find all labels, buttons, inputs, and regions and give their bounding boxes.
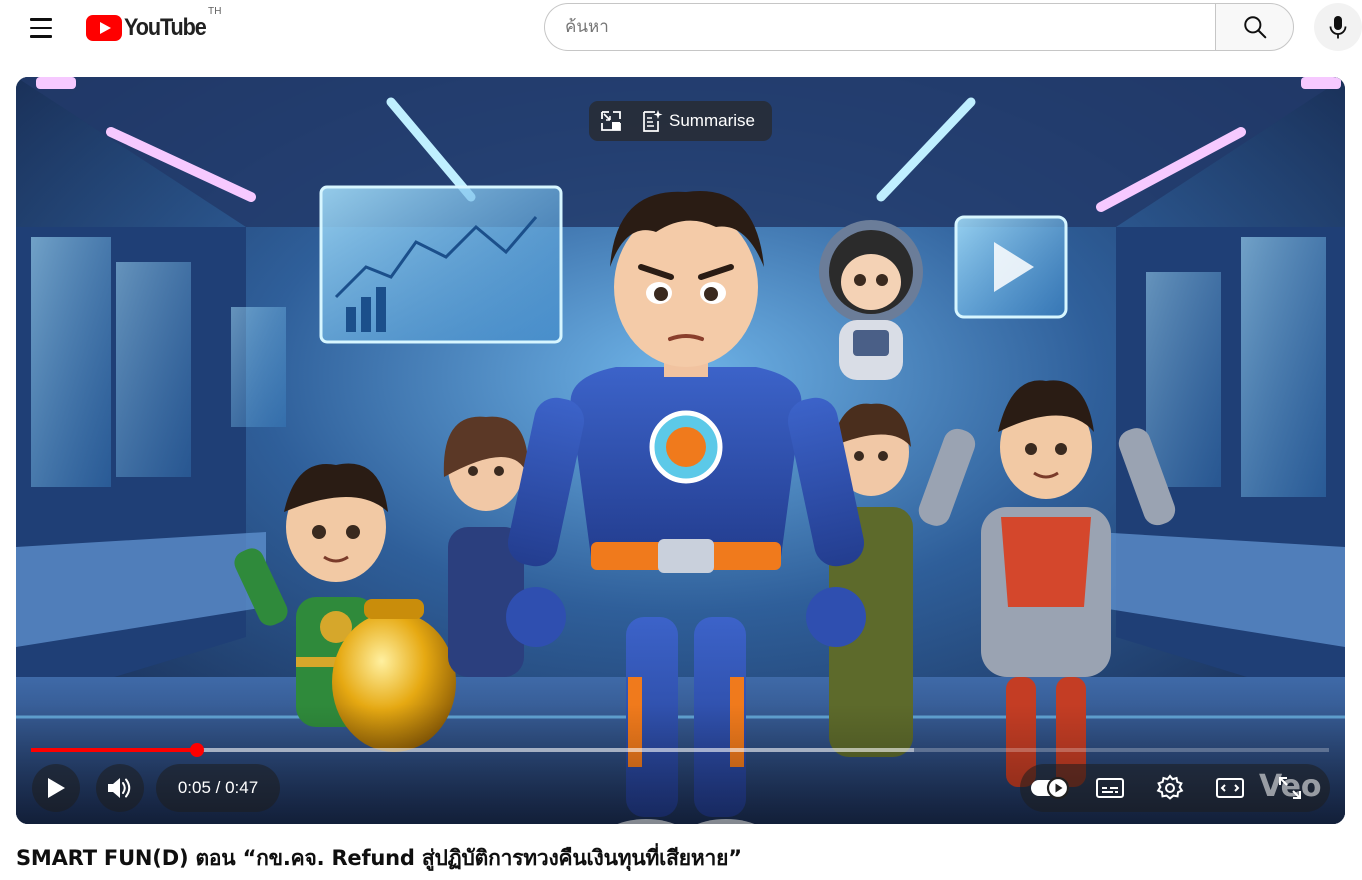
progress-played bbox=[31, 748, 198, 752]
volume-icon bbox=[108, 778, 131, 798]
video-title: SMART FUN(D) ตอน “กข.คจ. Refund สู่ปฏิบั… bbox=[16, 846, 742, 870]
search-button[interactable] bbox=[1215, 3, 1294, 51]
hamburger-icon[interactable] bbox=[22, 12, 62, 44]
video-player[interactable]: Summarise 0:05 / 0:47 Veo bbox=[16, 77, 1345, 824]
logo-wordmark: YouTube bbox=[124, 14, 207, 41]
autoplay-toggle-icon bbox=[1031, 776, 1070, 800]
voice-search-button[interactable] bbox=[1314, 3, 1362, 51]
theater-mode-icon bbox=[1216, 778, 1244, 798]
search-input[interactable] bbox=[544, 3, 1215, 51]
time-display: 0:05 / 0:47 bbox=[156, 764, 280, 812]
volume-button[interactable] bbox=[96, 764, 144, 812]
summarise-sparkle-icon bbox=[643, 110, 663, 132]
subtitles-icon bbox=[1096, 778, 1124, 798]
search-bar bbox=[544, 3, 1294, 51]
autoplay-toggle[interactable] bbox=[1020, 764, 1080, 812]
youtube-logo[interactable]: YouTube TH bbox=[86, 6, 222, 43]
gear-icon bbox=[1156, 774, 1184, 800]
youtube-play-logo-icon bbox=[86, 15, 122, 41]
play-button[interactable] bbox=[32, 764, 80, 812]
microphone-icon bbox=[1329, 16, 1347, 39]
veo-watermark: Veo bbox=[1259, 769, 1322, 804]
subtitles-button[interactable] bbox=[1080, 764, 1140, 812]
theater-mode-button[interactable] bbox=[1200, 764, 1260, 812]
progress-bar[interactable] bbox=[31, 743, 1329, 757]
miniplayer-button[interactable] bbox=[595, 101, 629, 141]
settings-button[interactable] bbox=[1140, 764, 1200, 812]
summarise-chip: Summarise bbox=[589, 101, 772, 141]
search-icon bbox=[1243, 16, 1266, 39]
country-code: TH bbox=[208, 6, 222, 17]
masthead: YouTube TH bbox=[0, 0, 1362, 56]
summarise-button[interactable]: Summarise bbox=[629, 101, 755, 141]
miniplayer-icon bbox=[601, 111, 621, 131]
summarise-label: Summarise bbox=[669, 111, 755, 130]
play-icon bbox=[48, 778, 65, 798]
